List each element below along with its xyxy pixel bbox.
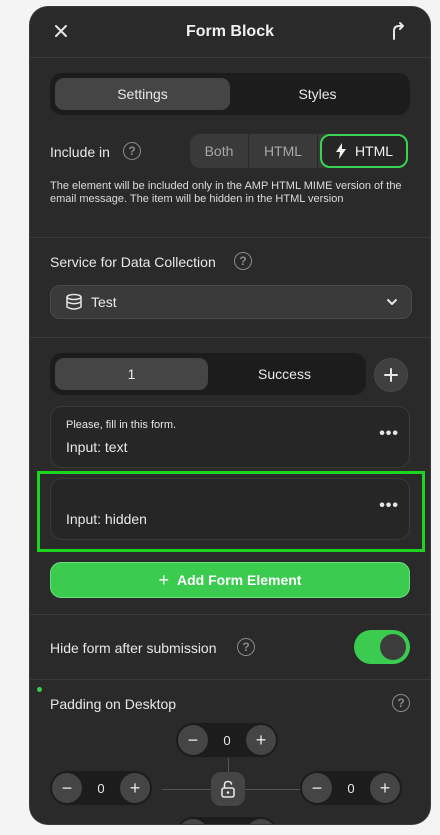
padding-right-stepper: − 0 + xyxy=(300,771,402,805)
include-html-button[interactable]: HTML xyxy=(249,134,318,168)
include-in-label: Include in xyxy=(50,144,110,160)
help-icon[interactable]: ? xyxy=(237,638,255,656)
increment-button[interactable]: + xyxy=(370,773,400,803)
increment-button[interactable]: + xyxy=(246,725,276,755)
more-icon[interactable]: ••• xyxy=(379,425,399,443)
add-form-element-label: Add Form Element xyxy=(177,572,302,588)
decrement-button[interactable]: − xyxy=(178,819,208,824)
hide-form-toggle[interactable] xyxy=(354,630,410,664)
help-icon[interactable]: ? xyxy=(234,252,252,270)
toggle-knob xyxy=(380,634,406,660)
database-icon xyxy=(66,293,82,310)
selection-highlight xyxy=(37,471,425,552)
lightning-icon xyxy=(335,143,346,159)
add-step-button[interactable] xyxy=(374,358,408,392)
increment-button[interactable]: + xyxy=(120,773,150,803)
tab-step-1[interactable]: 1 xyxy=(55,358,208,390)
padding-top-value[interactable]: 0 xyxy=(210,733,244,748)
decrement-button[interactable]: − xyxy=(52,773,82,803)
plus-icon xyxy=(384,368,398,382)
include-amp-html-label: HTML xyxy=(354,143,394,159)
divider xyxy=(30,679,430,680)
include-description: The element will be included only in the… xyxy=(50,180,402,205)
divider xyxy=(30,337,430,338)
padding-bottom-stepper: − + xyxy=(176,817,278,824)
hide-form-label: Hide form after submission xyxy=(50,640,217,656)
divider xyxy=(30,237,430,238)
add-form-element-button[interactable]: + Add Form Element xyxy=(50,562,410,598)
connector-line xyxy=(245,789,300,790)
tab-settings[interactable]: Settings xyxy=(55,78,230,110)
padding-top-stepper: − 0 + xyxy=(176,723,278,757)
connector-line xyxy=(228,758,229,772)
panel-header: Form Block xyxy=(30,7,430,58)
modified-indicator xyxy=(37,687,42,692)
padding-label: Padding on Desktop xyxy=(50,696,177,712)
element-name: Input: text xyxy=(66,439,128,455)
chevron-down-icon xyxy=(387,299,397,305)
tab-success[interactable]: Success xyxy=(208,358,361,390)
padding-left-value[interactable]: 0 xyxy=(84,781,118,796)
service-select[interactable]: Test xyxy=(50,285,412,319)
help-icon[interactable]: ? xyxy=(123,142,141,160)
lock-padding-button[interactable] xyxy=(211,772,245,806)
settings-styles-switch: Settings Styles xyxy=(50,73,410,115)
pin-icon[interactable] xyxy=(390,21,408,41)
service-value: Test xyxy=(91,294,117,310)
connector-line xyxy=(162,789,211,790)
padding-left-stepper: − 0 + xyxy=(50,771,152,805)
close-icon[interactable] xyxy=(52,22,70,40)
decrement-button[interactable]: − xyxy=(302,773,332,803)
element-hint: Please, fill in this form. xyxy=(66,419,177,431)
increment-button[interactable]: + xyxy=(246,819,276,824)
form-element-card[interactable]: Please, fill in this form. Input: text •… xyxy=(50,406,410,468)
plus-icon: + xyxy=(158,569,170,590)
form-block-panel: Form Block Settings Styles Include in ? … xyxy=(30,7,430,824)
include-both-button[interactable]: Both xyxy=(190,134,249,168)
divider xyxy=(30,614,430,615)
unlock-icon xyxy=(221,780,235,798)
help-icon[interactable]: ? xyxy=(392,694,410,712)
service-label: Service for Data Collection xyxy=(50,254,216,270)
include-in-group: Both HTML HTML xyxy=(190,134,408,168)
panel-title: Form Block xyxy=(185,23,274,40)
tab-styles[interactable]: Styles xyxy=(230,78,405,110)
padding-right-value[interactable]: 0 xyxy=(334,781,368,796)
include-amp-html-button[interactable]: HTML xyxy=(320,134,408,168)
decrement-button[interactable]: − xyxy=(178,725,208,755)
form-step-switch: 1 Success xyxy=(50,353,366,395)
